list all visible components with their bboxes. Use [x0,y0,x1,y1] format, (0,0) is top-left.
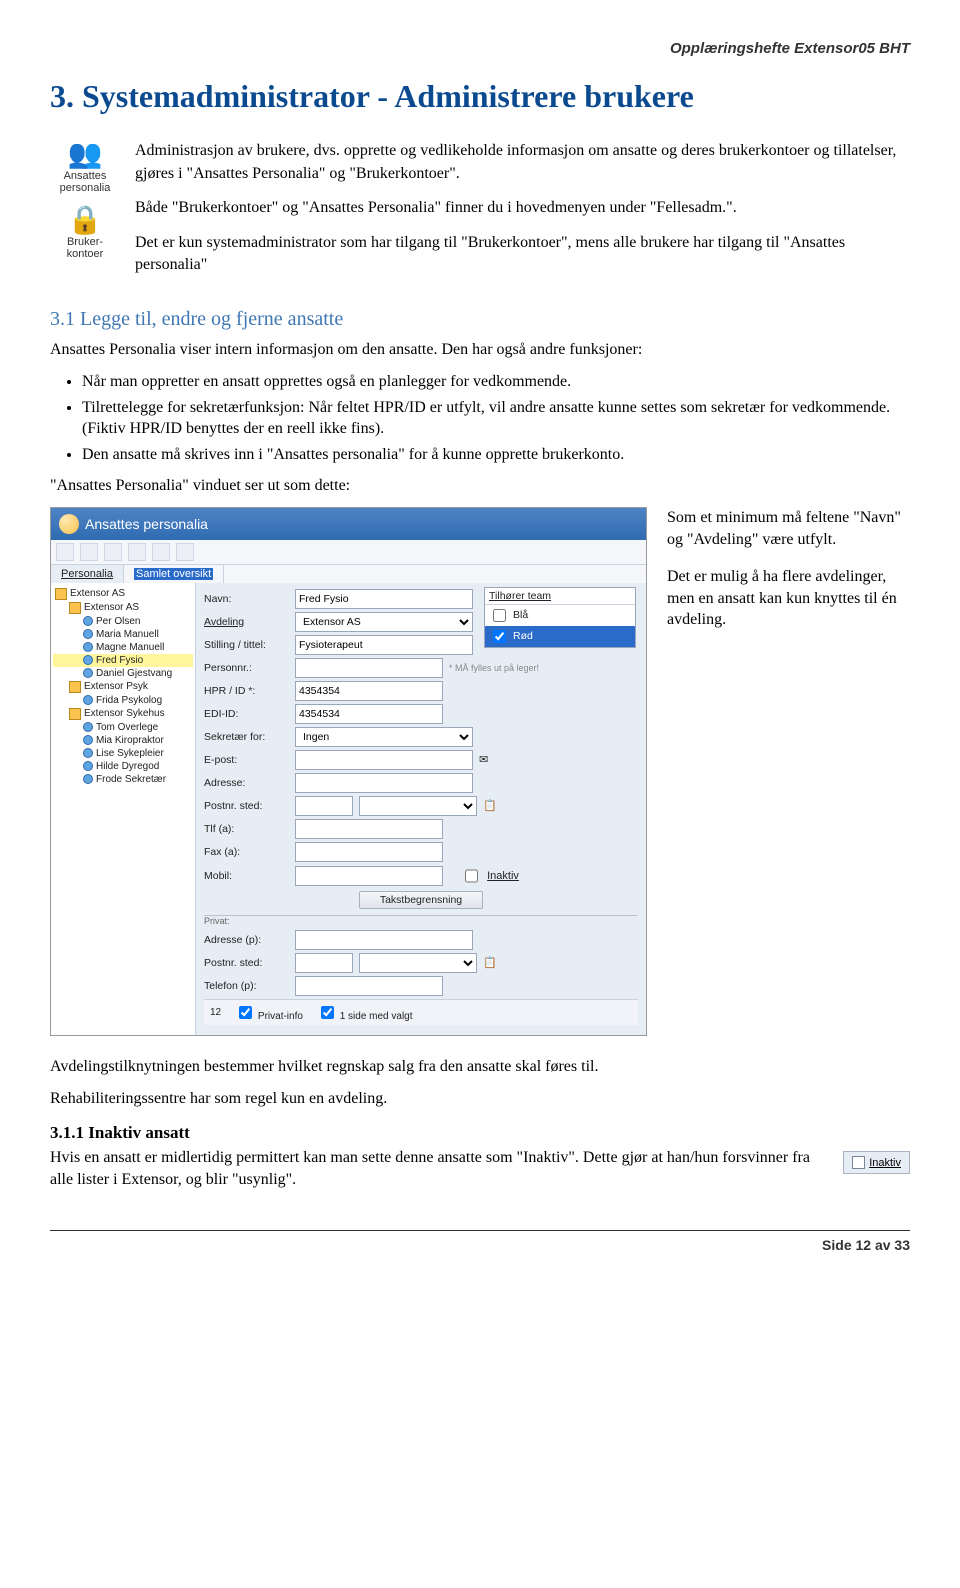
mail-icon[interactable]: ✉ [479,753,488,766]
bullet-3: Den ansatte må skrives inn i "Ansattes p… [82,444,910,466]
user-icon [59,514,79,534]
sted-p-select[interactable] [359,953,477,973]
privat-info-checkbox[interactable] [239,1006,252,1019]
epost-input[interactable] [295,750,473,770]
toolbar-btn[interactable] [176,543,194,561]
adresse-p-input[interactable] [295,930,473,950]
sekretaer-select[interactable]: Ingen [295,727,473,747]
tlf-p-input[interactable] [295,976,443,996]
icon-sidebar: 👥 Ansattes personalia 🔒 Bruker-kontoer [50,140,120,272]
mobil-input[interactable] [295,866,443,886]
tree-node[interactable]: Frida Psykolog [53,694,193,707]
personalia-form: Tilhører team Blå Rød Navn: AvdelingExte… [196,583,646,1035]
tab-personalia[interactable]: Personalia [51,565,124,583]
brukerkontoer-icon-label: Bruker-kontoer [50,236,120,260]
tree-node[interactable]: Maria Manuell [53,628,193,641]
org-tree[interactable]: Extensor ASExtensor ASPer OlsenMaria Man… [51,583,196,1035]
toolbar-btn[interactable] [104,543,122,561]
inaktiv-checkbox[interactable] [465,868,478,884]
body-p1: Ansattes Personalia viser intern informa… [50,339,910,361]
team-checkbox-rod[interactable] [493,630,506,643]
inaktiv-widget[interactable]: Inaktiv [843,1151,910,1174]
postnr-p-input[interactable] [295,953,353,973]
stilling-input[interactable] [295,635,473,655]
tab-samlet[interactable]: Samlet oversikt [124,565,224,583]
window-toolbar[interactable] [51,540,646,565]
team-checkbox-bla[interactable] [493,609,506,622]
toolbar-btn[interactable] [56,543,74,561]
after-p2: Rehabiliteringssentre har som regel kun … [50,1088,910,1110]
tree-node[interactable]: Extensor Psyk [53,680,193,694]
personalia-screenshot: Ansattes personalia Personalia Samlet ov… [50,507,647,1036]
tree-node[interactable]: Per Olsen [53,615,193,628]
personnr-input[interactable] [295,658,443,678]
personalia-icon-label: Ansattes personalia [50,170,120,194]
lock-icon: 🔒 [50,206,120,234]
page-number: Side 12 av 33 [50,1237,910,1253]
toolbar-btn[interactable] [152,543,170,561]
adresse-input[interactable] [295,773,473,793]
fax-input[interactable] [295,842,443,862]
page-title: 3. Systemadministrator - Administrere br… [50,77,910,115]
hpr-input[interactable] [295,681,443,701]
postnr-input[interactable] [295,796,353,816]
sted-select[interactable] [359,796,477,816]
navn-input[interactable] [295,589,473,609]
inaktiv-p: Hvis en ansatt er midlertidig permittert… [50,1147,831,1190]
avdeling-select[interactable]: Extensor AS [295,612,473,632]
team-box[interactable]: Tilhører team Blå Rød [484,587,636,648]
people-icon: 👥 [50,140,120,168]
tree-node[interactable]: Hilde Dyregod [53,760,193,773]
side-valgt-checkbox[interactable] [321,1006,334,1019]
tree-node[interactable]: Extensor Sykehus [53,707,193,721]
window-title: Ansattes personalia [85,516,208,532]
bullet-1: Når man oppretter en ansatt opprettes og… [82,371,910,393]
footer-rule [50,1230,910,1231]
inaktiv-checkbox-icon[interactable] [852,1156,865,1169]
subsection-title: 3.1.1 Inaktiv ansatt [50,1123,910,1143]
doc-header: Opplæringshefte Extensor05 BHT [50,40,910,57]
takstbegrensning-button[interactable]: Takstbegrensning [359,891,483,909]
intro-text: Administrasjon av brukere, dvs. opprette… [135,140,910,288]
edi-input[interactable] [295,704,443,724]
tree-node[interactable]: Daniel Gjestvang [53,667,193,680]
lookup-icon[interactable]: 📋 [483,956,497,969]
bullet-2: Tilrettelegge for sekretærfunksjon: Når … [82,397,910,440]
tree-node[interactable]: Fred Fysio [53,654,193,667]
lookup-icon[interactable]: 📋 [483,799,497,812]
tree-node[interactable]: Mia Kiropraktor [53,734,193,747]
tree-node[interactable]: Lise Sykepleier [53,747,193,760]
footer-count: 12 [210,1007,221,1018]
tree-node[interactable]: Magne Manuell [53,641,193,654]
tree-node[interactable]: Frode Sekretær [53,773,193,786]
section-title: 3.1 Legge til, endre og fjerne ansatte [50,308,910,331]
toolbar-btn[interactable] [128,543,146,561]
tree-node[interactable]: Tom Overlege [53,721,193,734]
toolbar-btn[interactable] [80,543,98,561]
tree-node[interactable]: Extensor AS [53,601,193,615]
after-p1: Avdelingstilknytningen bestemmer hvilket… [50,1056,910,1078]
screenshot-notes: Som et minimum må feltene "Navn" og "Avd… [667,507,910,647]
body-p2: "Ansattes Personalia" vinduet ser ut som… [50,475,910,497]
tree-node[interactable]: Extensor AS [53,587,193,601]
window-title-bar: Ansattes personalia [51,508,646,540]
tlf-input[interactable] [295,819,443,839]
